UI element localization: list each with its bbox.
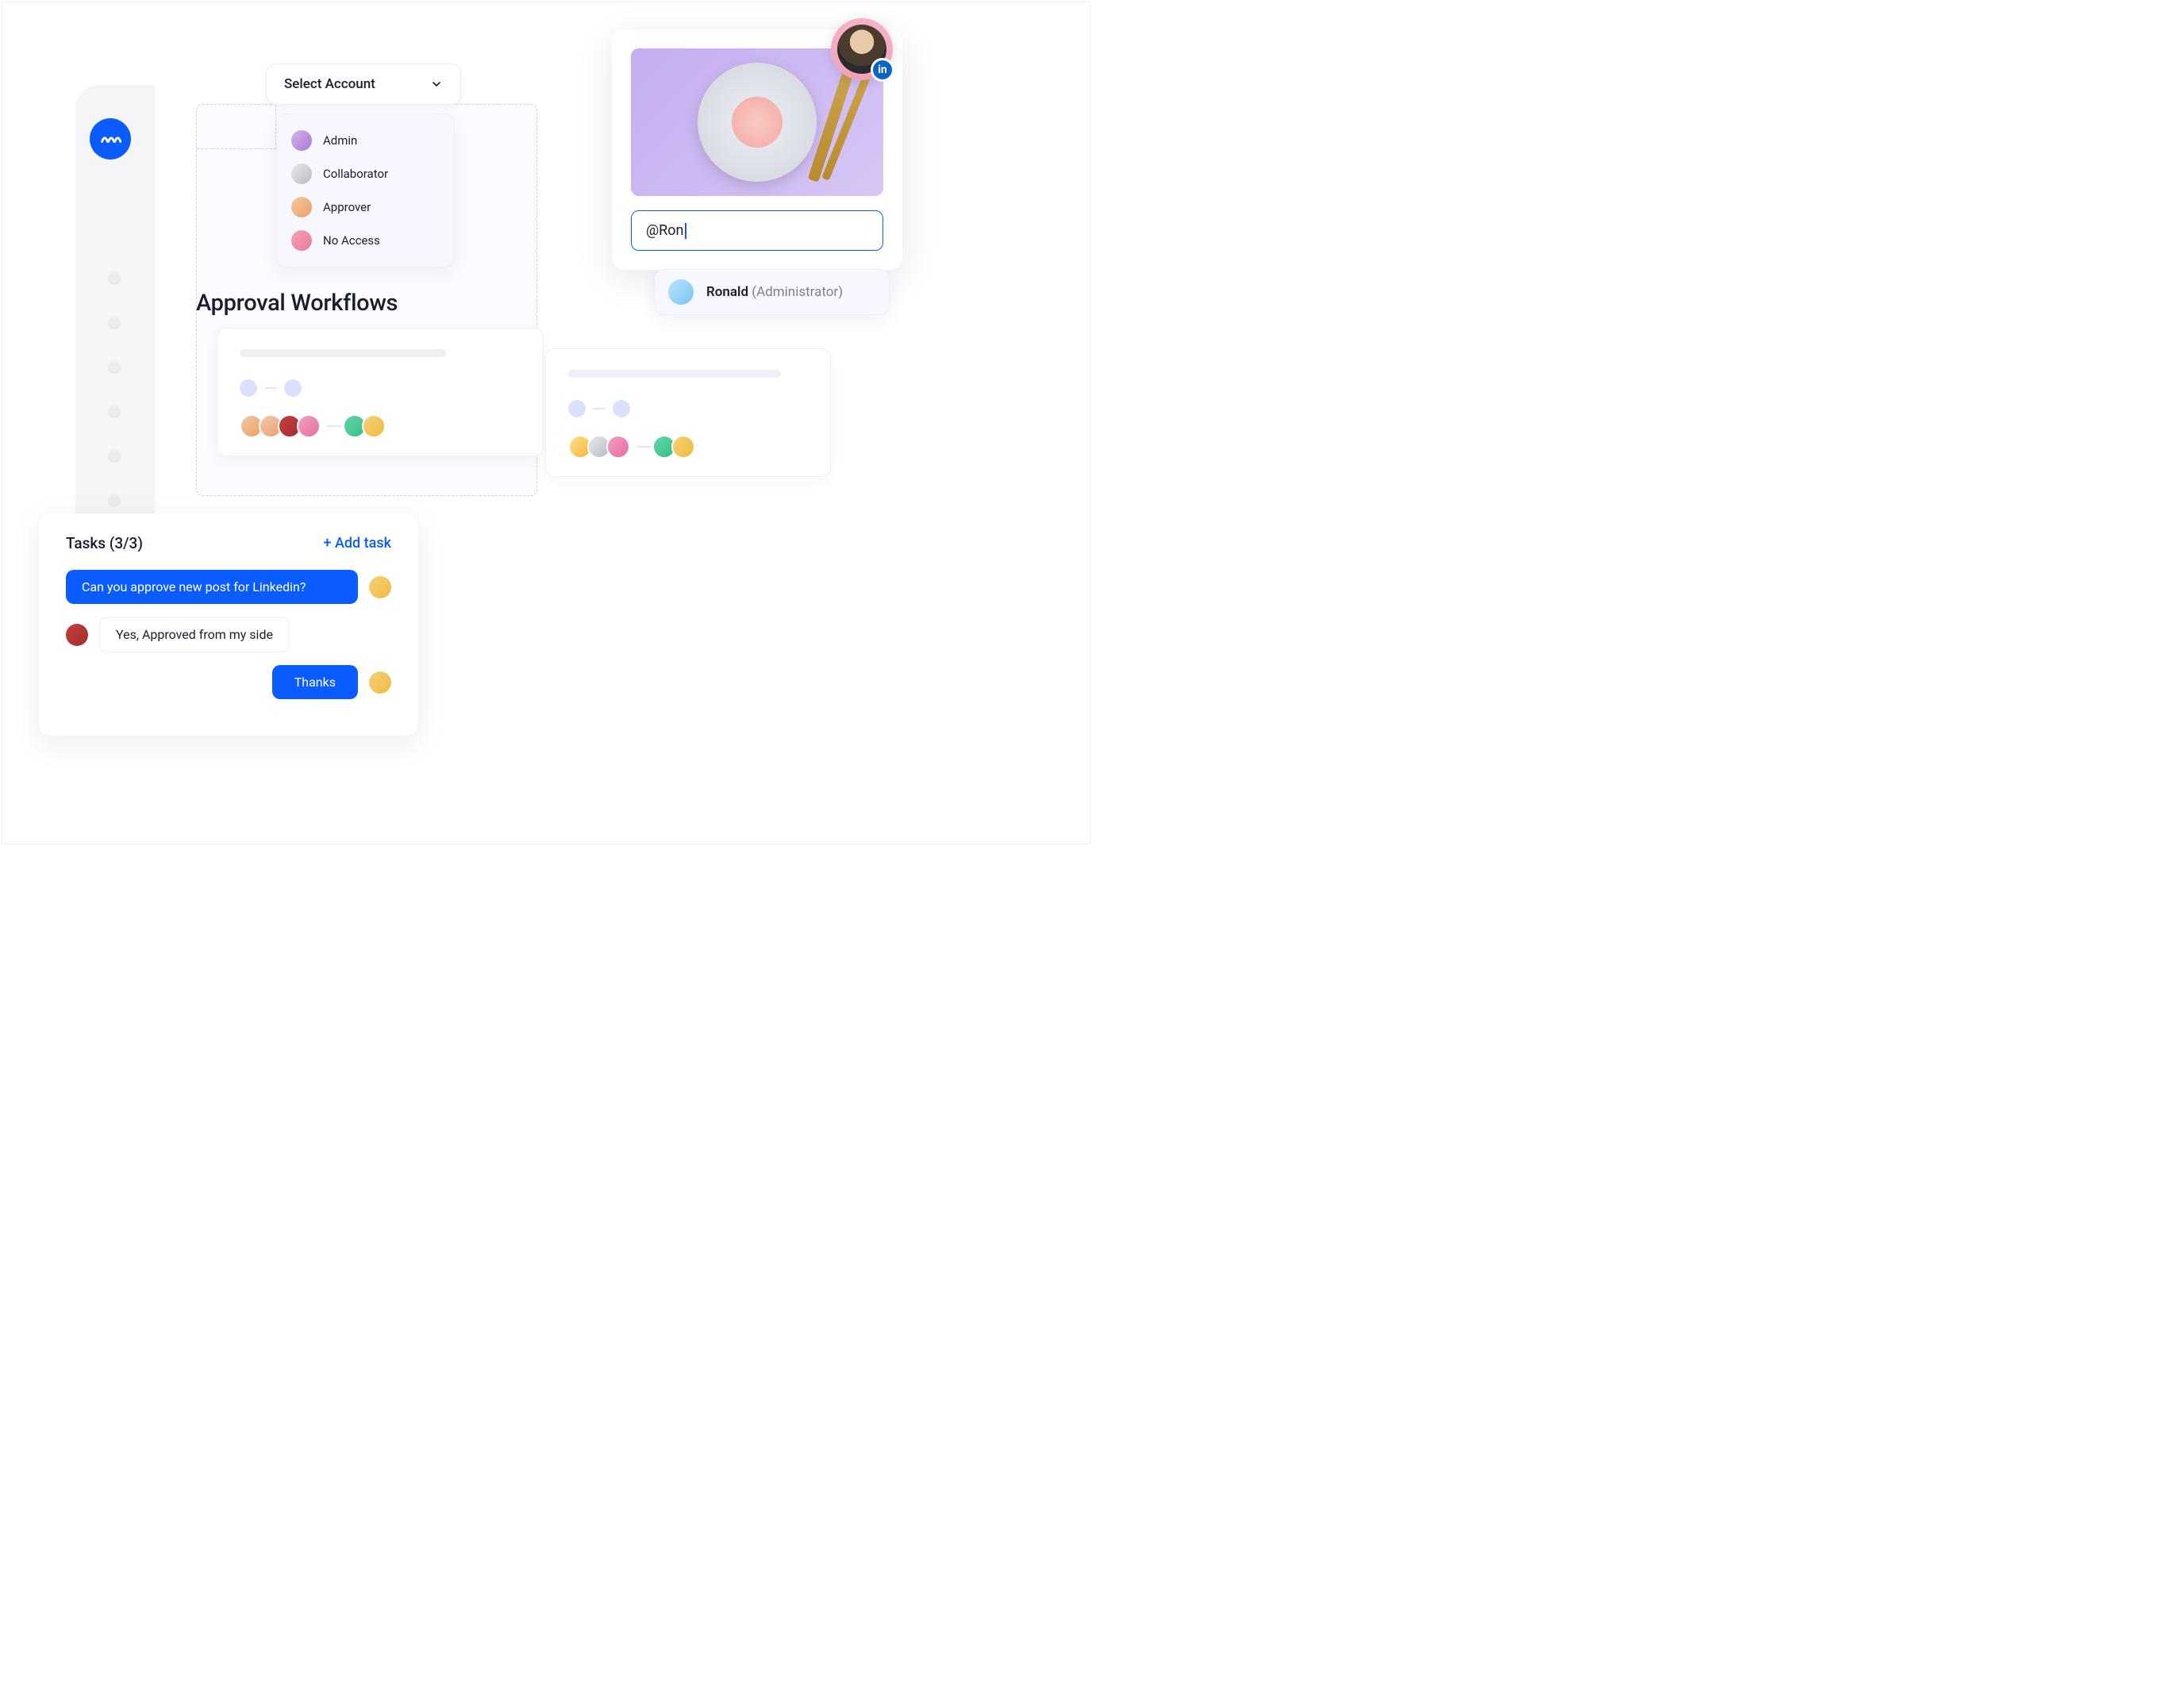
select-account-dropdown[interactable]: Select Account xyxy=(266,63,461,105)
avatar xyxy=(297,414,321,438)
avatar xyxy=(291,163,312,184)
role-option-admin[interactable]: Admin xyxy=(288,124,442,157)
step-dot xyxy=(568,400,586,417)
placeholder-slot xyxy=(197,105,276,149)
sidebar-item[interactable] xyxy=(108,272,121,285)
image-plate xyxy=(698,63,817,182)
message-bubble: Thanks xyxy=(272,665,358,699)
role-label: No Access xyxy=(323,233,380,248)
select-label: Select Account xyxy=(284,76,375,92)
avatar xyxy=(291,230,312,251)
workflow-card[interactable] xyxy=(545,348,831,477)
suggestion-role: (Administrator) xyxy=(752,284,843,300)
add-task-button[interactable]: + Add task xyxy=(323,535,391,552)
logo-icon xyxy=(99,128,121,150)
step-sep xyxy=(265,387,276,389)
avatar xyxy=(291,197,312,217)
task-message-out: Can you approve new post for Linkedin? xyxy=(66,570,391,604)
avatar xyxy=(671,435,695,459)
placeholder-bar xyxy=(568,370,781,378)
tasks-title: Tasks (3/3) xyxy=(66,534,143,552)
placeholder-bar xyxy=(240,349,446,357)
sidebar-item[interactable] xyxy=(108,450,121,463)
task-message-out: Thanks xyxy=(66,665,391,699)
avatar xyxy=(668,279,694,305)
text-cursor xyxy=(685,223,686,239)
avatar xyxy=(369,576,391,598)
message-bubble: Can you approve new post for Linkedin? xyxy=(66,570,358,604)
app-logo[interactable] xyxy=(90,118,131,160)
avatar xyxy=(291,130,312,151)
suggestion-name: Ronald xyxy=(706,284,748,300)
group-sep xyxy=(327,425,341,427)
sidebar-item[interactable] xyxy=(108,361,121,374)
avatar xyxy=(606,435,630,459)
role-label: Collaborator xyxy=(323,167,388,181)
role-option-no-access[interactable]: No Access xyxy=(288,224,442,257)
tasks-panel: Tasks (3/3) + Add task Can you approve n… xyxy=(39,513,418,736)
workflow-card[interactable] xyxy=(217,328,544,456)
group-sep xyxy=(636,446,651,448)
app-frame: Select Account Admin Collaborator Approv… xyxy=(2,2,1090,844)
mention-input[interactable]: @Ron xyxy=(631,210,883,251)
suggestion-text: Ronald (Administrator) xyxy=(706,284,843,300)
step-indicator xyxy=(568,400,808,417)
message-bubble: Yes, Approved from my side xyxy=(99,617,290,652)
tasks-header: Tasks (3/3) + Add task xyxy=(66,534,391,552)
role-option-approver[interactable]: Approver xyxy=(288,190,442,224)
sidebar-nav xyxy=(108,272,121,507)
author-avatar[interactable]: in xyxy=(831,18,893,80)
chevron-down-icon xyxy=(430,78,443,90)
step-dot xyxy=(613,400,630,417)
mention-suggestion[interactable]: Ronald (Administrator) xyxy=(655,269,890,315)
step-dot xyxy=(240,379,257,397)
task-message-in: Yes, Approved from my side xyxy=(66,617,391,652)
avatar xyxy=(369,671,391,694)
sidebar-item[interactable] xyxy=(108,406,121,418)
role-option-collaborator[interactable]: Collaborator xyxy=(288,157,442,190)
mention-value: @Ron xyxy=(646,222,683,239)
roles-popover: Admin Collaborator Approver No Access xyxy=(276,113,454,267)
role-label: Approver xyxy=(323,200,371,214)
linkedin-badge-icon: in xyxy=(871,58,894,82)
avatar xyxy=(66,624,88,646)
step-sep xyxy=(594,408,605,410)
approver-row xyxy=(568,435,808,459)
section-title: Approval Workflows xyxy=(196,290,398,317)
sidebar-item[interactable] xyxy=(108,494,121,507)
step-indicator xyxy=(240,379,521,397)
role-label: Admin xyxy=(323,133,357,148)
step-dot xyxy=(284,379,302,397)
avatar xyxy=(362,414,386,438)
sidebar-item[interactable] xyxy=(108,317,121,329)
approver-row xyxy=(240,414,521,438)
